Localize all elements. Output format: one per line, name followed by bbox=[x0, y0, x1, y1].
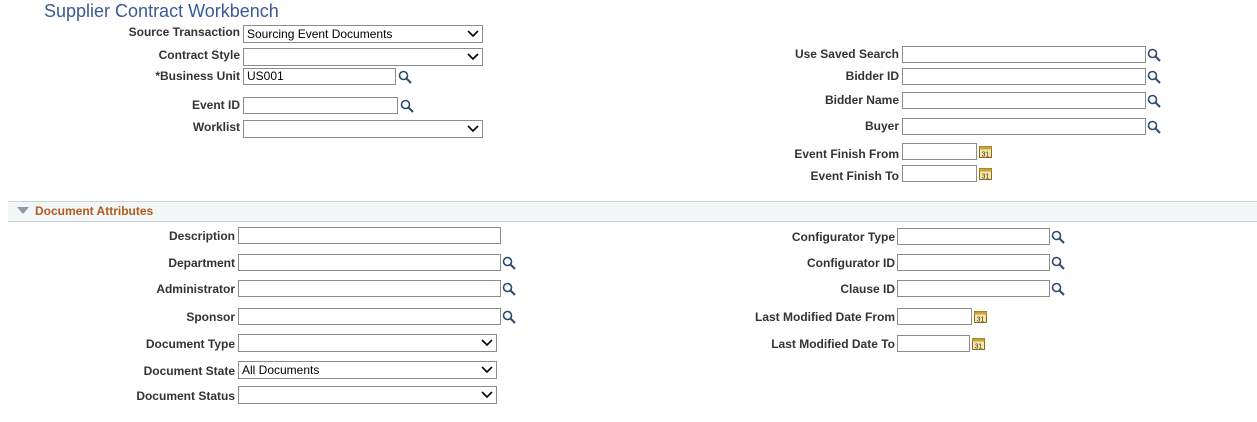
chevron-down-icon bbox=[467, 30, 479, 38]
last-modified-to-label: Last Modified Date To bbox=[771, 337, 895, 351]
chevron-down-icon bbox=[481, 339, 493, 347]
clause-id-lookup-icon[interactable] bbox=[1051, 282, 1065, 296]
event-finish-from-label: Event Finish From bbox=[794, 147, 899, 161]
business-unit-lookup-icon[interactable] bbox=[398, 70, 412, 84]
configurator-id-lookup-icon[interactable] bbox=[1051, 256, 1065, 270]
contract-style-label: Contract Style bbox=[158, 48, 240, 62]
configurator-type-input[interactable] bbox=[897, 228, 1050, 245]
administrator-input[interactable] bbox=[238, 280, 501, 297]
contract-style-select[interactable] bbox=[243, 48, 483, 66]
bidder-id-input[interactable] bbox=[902, 68, 1146, 85]
department-input[interactable] bbox=[238, 254, 501, 271]
department-label: Department bbox=[168, 256, 235, 270]
buyer-lookup-icon[interactable] bbox=[1147, 120, 1161, 134]
collapse-triangle-icon[interactable] bbox=[17, 207, 29, 215]
source-transaction-label: Source Transaction bbox=[128, 25, 240, 39]
event-finish-to-label: Event Finish To bbox=[810, 169, 899, 183]
bidder-name-input[interactable] bbox=[902, 92, 1146, 109]
chevron-down-icon bbox=[481, 366, 493, 374]
last-modified-from-input[interactable] bbox=[897, 308, 972, 325]
last-modified-to-input[interactable] bbox=[897, 335, 970, 352]
calendar-icon[interactable]: 31 bbox=[979, 145, 992, 158]
event-finish-to-input[interactable] bbox=[902, 165, 977, 182]
svg-text:31: 31 bbox=[975, 344, 983, 351]
calendar-icon[interactable]: 31 bbox=[974, 310, 987, 323]
business-unit-label: *Business Unit bbox=[155, 69, 240, 83]
last-modified-from-label: Last Modified Date From bbox=[754, 310, 895, 324]
bidder-name-lookup-icon[interactable] bbox=[1147, 94, 1161, 108]
administrator-label: Administrator bbox=[156, 282, 235, 296]
configurator-type-label: Configurator Type bbox=[791, 230, 895, 244]
description-input[interactable] bbox=[238, 227, 501, 244]
business-unit-input[interactable]: US001 bbox=[243, 68, 396, 85]
section-title[interactable]: Document Attributes bbox=[35, 204, 153, 218]
calendar-icon[interactable]: 31 bbox=[972, 337, 985, 350]
sponsor-lookup-icon[interactable] bbox=[502, 310, 516, 324]
document-type-select[interactable] bbox=[238, 334, 497, 352]
event-finish-from-input[interactable] bbox=[902, 143, 977, 160]
svg-text:31: 31 bbox=[977, 317, 985, 324]
event-id-label: Event ID bbox=[191, 98, 240, 112]
use-saved-search-input[interactable] bbox=[902, 46, 1146, 63]
event-id-lookup-icon[interactable] bbox=[400, 99, 414, 113]
document-status-label: Document Status bbox=[136, 389, 235, 403]
worklist-label: Worklist bbox=[192, 120, 240, 134]
description-label: Description bbox=[168, 229, 235, 243]
chevron-down-icon bbox=[467, 125, 479, 133]
calendar-icon[interactable]: 31 bbox=[979, 167, 992, 180]
sponsor-label: Sponsor bbox=[186, 310, 235, 324]
document-attributes-header[interactable] bbox=[8, 201, 1257, 222]
source-transaction-select[interactable]: Sourcing Event Documents bbox=[243, 25, 483, 43]
department-lookup-icon[interactable] bbox=[502, 256, 516, 270]
bidder-id-label: Bidder ID bbox=[845, 69, 899, 83]
configurator-id-label: Configurator ID bbox=[807, 256, 895, 270]
bidder-name-label: Bidder Name bbox=[824, 93, 899, 107]
configurator-id-input[interactable] bbox=[897, 254, 1050, 271]
svg-text:31: 31 bbox=[982, 174, 990, 181]
worklist-select[interactable] bbox=[243, 120, 483, 138]
document-state-select[interactable]: All Documents bbox=[238, 361, 497, 379]
document-status-select[interactable] bbox=[238, 386, 497, 404]
bidder-id-lookup-icon[interactable] bbox=[1147, 70, 1161, 84]
svg-text:31: 31 bbox=[982, 152, 990, 159]
use-saved-search-label: Use Saved Search bbox=[794, 47, 899, 61]
event-id-input[interactable] bbox=[243, 97, 398, 114]
chevron-down-icon bbox=[481, 391, 493, 399]
clause-id-input[interactable] bbox=[897, 280, 1050, 297]
saved-search-lookup-icon[interactable] bbox=[1147, 48, 1161, 62]
clause-id-label: Clause ID bbox=[840, 282, 895, 296]
page-title: Supplier Contract Workbench bbox=[44, 1, 279, 21]
document-type-label: Document Type bbox=[145, 337, 235, 351]
sponsor-input[interactable] bbox=[238, 308, 501, 325]
chevron-down-icon bbox=[467, 53, 479, 61]
administrator-lookup-icon[interactable] bbox=[502, 282, 516, 296]
document-state-label: Document State bbox=[143, 364, 235, 378]
buyer-label: Buyer bbox=[864, 119, 899, 133]
configurator-type-lookup-icon[interactable] bbox=[1051, 230, 1065, 244]
buyer-input[interactable] bbox=[902, 118, 1146, 135]
